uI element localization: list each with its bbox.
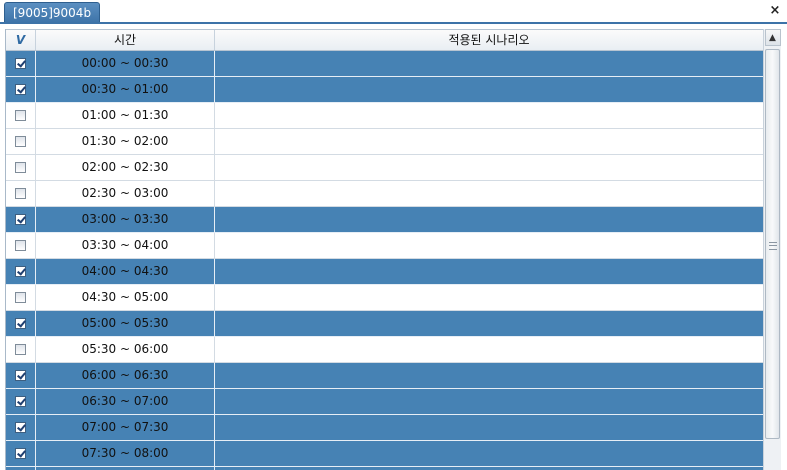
table-row[interactable]: 02:00 ~ 02:30 [6, 155, 764, 181]
checkbox-checked[interactable] [15, 58, 26, 69]
scenario-cell [215, 415, 764, 440]
scenario-cell [215, 389, 764, 414]
scenario-cell [215, 233, 764, 258]
table-row[interactable]: 00:30 ~ 01:00 [6, 77, 764, 103]
scenario-cell [215, 103, 764, 128]
time-cell: 00:30 ~ 01:00 [36, 77, 215, 102]
checkbox-checked[interactable] [15, 266, 26, 277]
checkbox-unchecked[interactable] [15, 110, 26, 121]
checkbox-checked[interactable] [15, 84, 26, 95]
grid-body: 00:00 ~ 00:30 00:30 ~ 01:00 01:00 ~ 01:30 0… [6, 51, 764, 470]
row-checkbox-cell [6, 311, 36, 336]
time-cell: 05:30 ~ 06:00 [36, 337, 215, 362]
scenario-cell [215, 77, 764, 102]
scenario-cell [215, 363, 764, 388]
table-row[interactable]: 03:30 ~ 04:00 [6, 233, 764, 259]
row-checkbox-cell [6, 181, 36, 206]
checkbox-unchecked[interactable] [15, 188, 26, 199]
time-cell: 01:00 ~ 01:30 [36, 103, 215, 128]
header-scenario-column[interactable]: 적용된 시나리오 [215, 30, 764, 50]
checkbox-checked[interactable] [15, 396, 26, 407]
vertical-scrollbar[interactable]: ▲ [763, 29, 781, 470]
checkbox-unchecked[interactable] [15, 344, 26, 355]
row-checkbox-cell [6, 51, 36, 76]
row-checkbox-cell [6, 285, 36, 310]
time-cell: 05:00 ~ 05:30 [36, 311, 215, 336]
table-row[interactable]: 01:00 ~ 01:30 [6, 103, 764, 129]
table-row[interactable]: 02:30 ~ 03:00 [6, 181, 764, 207]
time-cell: 06:00 ~ 06:30 [36, 363, 215, 388]
title-bar: [9005]9004b × [0, 0, 787, 24]
header-time-column[interactable]: 시간 [36, 30, 215, 50]
header-check-column[interactable]: V [6, 30, 36, 50]
scenario-cell [215, 259, 764, 284]
grid-header: V 시간 적용된 시나리오 [6, 29, 764, 51]
time-cell: 07:00 ~ 07:30 [36, 415, 215, 440]
scenario-cell [215, 129, 764, 154]
checkbox-unchecked[interactable] [15, 240, 26, 251]
row-checkbox-cell [6, 415, 36, 440]
checkbox-unchecked[interactable] [15, 162, 26, 173]
row-checkbox-cell [6, 363, 36, 388]
table-row[interactable]: 07:00 ~ 07:30 [6, 415, 764, 441]
row-checkbox-cell [6, 77, 36, 102]
row-checkbox-cell [6, 441, 36, 466]
schedule-grid: V 시간 적용된 시나리오 00:00 ~ 00:30 00:30 ~ 01:00… [5, 29, 764, 470]
tab-underline [0, 22, 787, 24]
close-icon[interactable]: × [767, 2, 783, 20]
checkbox-unchecked[interactable] [15, 292, 26, 303]
checkbox-checked[interactable] [15, 370, 26, 381]
time-cell: 03:30 ~ 04:00 [36, 233, 215, 258]
table-row[interactable]: 05:30 ~ 06:00 [6, 337, 764, 363]
scenario-cell [215, 181, 764, 206]
table-row[interactable]: 04:00 ~ 04:30 [6, 259, 764, 285]
time-cell: 07:30 ~ 08:00 [36, 441, 215, 466]
row-checkbox-cell [6, 103, 36, 128]
grip-icon [769, 242, 777, 250]
scenario-cell [215, 311, 764, 336]
table-row[interactable]: 04:30 ~ 05:00 [6, 285, 764, 311]
row-checkbox-cell [6, 207, 36, 232]
checkbox-checked[interactable] [15, 422, 26, 433]
scenario-cell [215, 155, 764, 180]
row-checkbox-cell [6, 337, 36, 362]
checkbox-checked[interactable] [15, 214, 26, 225]
checkbox-unchecked[interactable] [15, 136, 26, 147]
tab-9004b[interactable]: [9005]9004b [4, 2, 101, 23]
table-row[interactable]: 07:30 ~ 08:00 [6, 441, 764, 467]
time-cell: 02:00 ~ 02:30 [36, 155, 215, 180]
checkbox-checked[interactable] [15, 318, 26, 329]
row-checkbox-cell [6, 233, 36, 258]
row-checkbox-cell [6, 389, 36, 414]
scroll-up-arrow-icon[interactable]: ▲ [764, 29, 781, 46]
scenario-cell [215, 441, 764, 466]
table-row[interactable]: 06:00 ~ 06:30 [6, 363, 764, 389]
checkbox-checked[interactable] [15, 448, 26, 459]
table-row[interactable]: 01:30 ~ 02:00 [6, 129, 764, 155]
row-checkbox-cell [6, 155, 36, 180]
scenario-cell [215, 285, 764, 310]
row-checkbox-cell [6, 129, 36, 154]
scenario-cell [215, 337, 764, 362]
time-cell: 02:30 ~ 03:00 [36, 181, 215, 206]
table-row[interactable]: 06:30 ~ 07:00 [6, 389, 764, 415]
table-row[interactable]: 03:00 ~ 03:30 [6, 207, 764, 233]
time-cell: 04:30 ~ 05:00 [36, 285, 215, 310]
scenario-cell [215, 51, 764, 76]
time-cell: 04:00 ~ 04:30 [36, 259, 215, 284]
row-checkbox-cell [6, 259, 36, 284]
scrollbar-thumb[interactable] [765, 49, 780, 439]
time-cell: 00:00 ~ 00:30 [36, 51, 215, 76]
time-cell: 06:30 ~ 07:00 [36, 389, 215, 414]
scenario-cell [215, 207, 764, 232]
table-row[interactable]: 05:00 ~ 05:30 [6, 311, 764, 337]
time-cell: 01:30 ~ 02:00 [36, 129, 215, 154]
table-row[interactable]: 00:00 ~ 00:30 [6, 51, 764, 77]
time-cell: 03:00 ~ 03:30 [36, 207, 215, 232]
